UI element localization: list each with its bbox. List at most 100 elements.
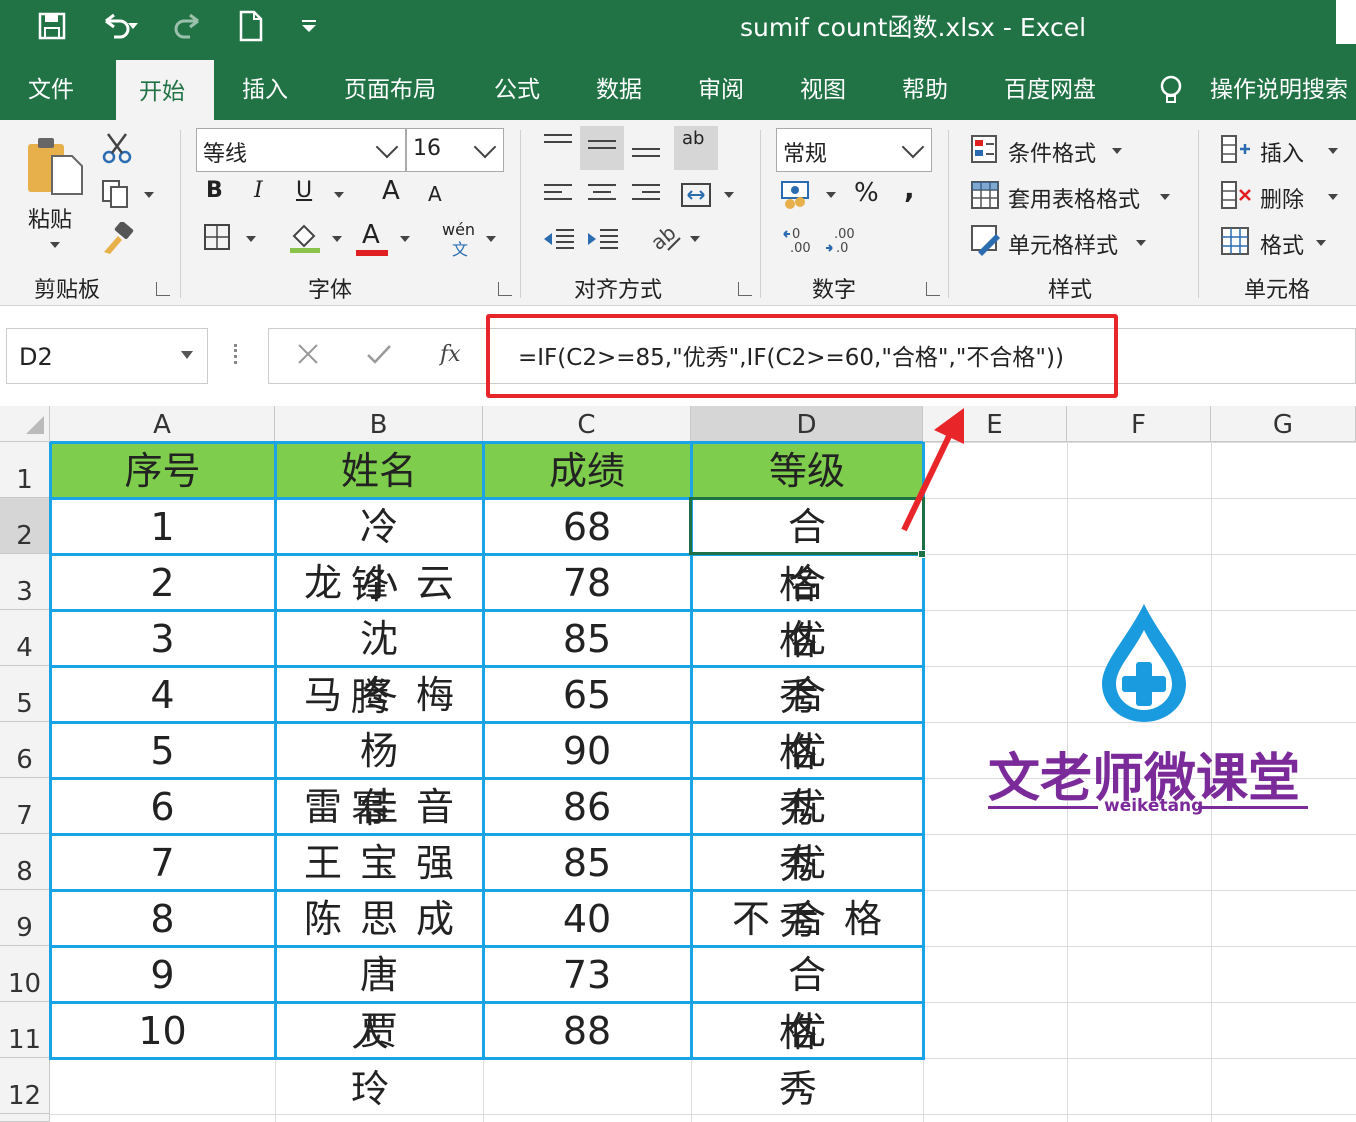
cell-grade[interactable]: 优 秀 xyxy=(691,610,938,719)
cell-seq[interactable]: 3 xyxy=(50,610,275,666)
cell-seq[interactable]: 7 xyxy=(50,834,275,890)
fill-color-dropdown-icon[interactable] xyxy=(332,236,342,242)
format-as-table-button[interactable]: 套用表格格式 xyxy=(1008,182,1140,214)
tab-baidu-netdisk[interactable]: 百度网盘 xyxy=(1004,70,1096,106)
tab-file[interactable]: 文件 xyxy=(28,70,74,106)
cut-icon[interactable] xyxy=(100,132,134,168)
cell-score[interactable]: 86 xyxy=(483,778,691,834)
tab-help[interactable]: 帮助 xyxy=(902,70,948,106)
row-header-2[interactable]: 2 xyxy=(0,498,50,554)
align-right-icon[interactable] xyxy=(632,184,660,205)
header-cell-name[interactable]: 姓名 xyxy=(275,442,483,498)
italic-button[interactable]: I xyxy=(254,178,263,203)
font-size-select[interactable]: 16 xyxy=(406,128,504,172)
cell-grade[interactable]: 合 格 xyxy=(691,946,938,1055)
insert-cells-icon[interactable] xyxy=(1220,134,1252,168)
font-color-button[interactable]: A xyxy=(362,220,380,250)
cell-score[interactable]: 85 xyxy=(483,610,691,666)
column-header-b[interactable]: B xyxy=(275,406,483,442)
align-top-icon[interactable] xyxy=(544,134,572,148)
format-painter-icon[interactable] xyxy=(100,221,134,260)
format-dropdown-icon[interactable] xyxy=(1316,240,1326,246)
row-header-12[interactable]: 12 xyxy=(0,1058,50,1114)
align-left-icon[interactable] xyxy=(544,184,572,205)
font-color-dropdown-icon[interactable] xyxy=(400,236,410,242)
cell-styles-button[interactable]: 单元格样式 xyxy=(1008,228,1118,260)
tell-me-search[interactable]: 操作说明搜索 xyxy=(1210,70,1348,106)
merge-dropdown-icon[interactable] xyxy=(724,192,734,198)
undo-icon[interactable] xyxy=(92,6,148,46)
row-header-1[interactable]: 1 xyxy=(0,442,50,498)
cell-name[interactable]: 贾 玲 xyxy=(275,1002,510,1111)
cell-grade[interactable]: 优 秀 xyxy=(691,1002,938,1111)
grow-font-button[interactable]: A xyxy=(382,176,400,206)
name-box[interactable]: D2 xyxy=(6,328,208,384)
font-launcher-icon[interactable] xyxy=(498,282,512,296)
row-header-3[interactable]: 3 xyxy=(0,554,50,610)
phonetic-dropdown-icon[interactable] xyxy=(486,236,496,242)
tab-insert[interactable]: 插入 xyxy=(242,70,288,106)
cell-seq[interactable]: 2 xyxy=(50,554,275,610)
cell-seq[interactable]: 9 xyxy=(50,946,275,1002)
percent-button[interactable]: % xyxy=(854,178,879,208)
conditional-formatting-icon[interactable] xyxy=(970,134,1002,170)
cell-score[interactable]: 65 xyxy=(483,666,691,722)
format-as-table-icon[interactable] xyxy=(970,180,1002,216)
cell-name[interactable]: 冷 锋 xyxy=(275,498,510,607)
clipboard-icon[interactable] xyxy=(26,136,86,202)
cell-styles-icon[interactable] xyxy=(970,224,1002,260)
cell-name[interactable]: 王宝强 xyxy=(275,834,483,890)
accounting-format-icon[interactable] xyxy=(780,178,816,214)
row-header-5[interactable]: 5 xyxy=(0,666,50,722)
tab-data[interactable]: 数据 xyxy=(596,70,642,106)
new-file-icon[interactable] xyxy=(234,6,268,46)
cell-seq[interactable]: 8 xyxy=(50,890,275,946)
cell-seq[interactable]: 1 xyxy=(50,498,275,554)
comma-button[interactable]: , xyxy=(904,172,915,205)
shrink-font-button[interactable]: A xyxy=(428,182,442,206)
splitter-handle[interactable] xyxy=(234,344,238,364)
underline-dropdown-icon[interactable] xyxy=(334,192,344,198)
cell-grade[interactable]: 合 格 xyxy=(691,554,938,663)
column-header-f[interactable]: F xyxy=(1067,406,1211,442)
borders-icon[interactable] xyxy=(202,222,232,256)
fill-handle[interactable] xyxy=(918,550,926,558)
increase-decimal-icon[interactable]: 0.00 xyxy=(782,224,816,260)
column-header-d[interactable]: D xyxy=(691,406,923,442)
fill-color-icon[interactable] xyxy=(288,220,322,258)
number-format-select[interactable]: 常规 xyxy=(776,128,932,172)
conditional-formatting-button[interactable]: 条件格式 xyxy=(1008,136,1096,168)
wrap-text-button[interactable]: ab xyxy=(674,126,718,170)
delete-cells-icon[interactable] xyxy=(1220,180,1252,214)
cell-grade[interactable]: 优 秀 xyxy=(691,722,938,831)
decrease-decimal-icon[interactable]: .00.0 xyxy=(824,224,858,260)
cell-score[interactable]: 90 xyxy=(483,722,691,778)
cell-score[interactable]: 68 xyxy=(483,498,691,554)
insert-cells-button[interactable]: 插入 xyxy=(1260,136,1304,168)
decrease-indent-icon[interactable] xyxy=(542,226,576,256)
select-all-corner[interactable] xyxy=(0,406,50,442)
row-header-4[interactable]: 4 xyxy=(0,610,50,666)
number-launcher-icon[interactable] xyxy=(926,282,940,296)
paste-button[interactable]: 粘贴 xyxy=(28,202,72,234)
header-cell-grade[interactable]: 等级 xyxy=(691,442,923,498)
header-cell-score[interactable]: 成绩 xyxy=(483,442,691,498)
align-center-icon[interactable] xyxy=(588,184,616,205)
cell-grade[interactable]: 不合格 xyxy=(691,890,923,946)
table-dropdown-icon[interactable] xyxy=(1160,194,1170,200)
align-bottom-icon[interactable] xyxy=(632,148,660,162)
paste-dropdown-icon[interactable] xyxy=(50,242,60,248)
row-header-9[interactable]: 9 xyxy=(0,890,50,946)
header-cell-seq[interactable]: 序号 xyxy=(50,442,275,498)
window-control[interactable] xyxy=(1336,0,1356,44)
cell-score[interactable]: 78 xyxy=(483,554,691,610)
orientation-dropdown-icon[interactable] xyxy=(690,236,700,242)
cell-name[interactable]: 雷佳音 xyxy=(275,778,483,834)
underline-button[interactable]: U xyxy=(296,178,312,203)
cell-name[interactable]: 马冬梅 xyxy=(275,666,483,722)
cell-name[interactable]: 龙小云 xyxy=(275,554,483,610)
conditional-dropdown-icon[interactable] xyxy=(1112,148,1122,154)
cell-score[interactable]: 88 xyxy=(483,1002,691,1058)
cell-score[interactable]: 73 xyxy=(483,946,691,1002)
cell-seq[interactable]: 6 xyxy=(50,778,275,834)
